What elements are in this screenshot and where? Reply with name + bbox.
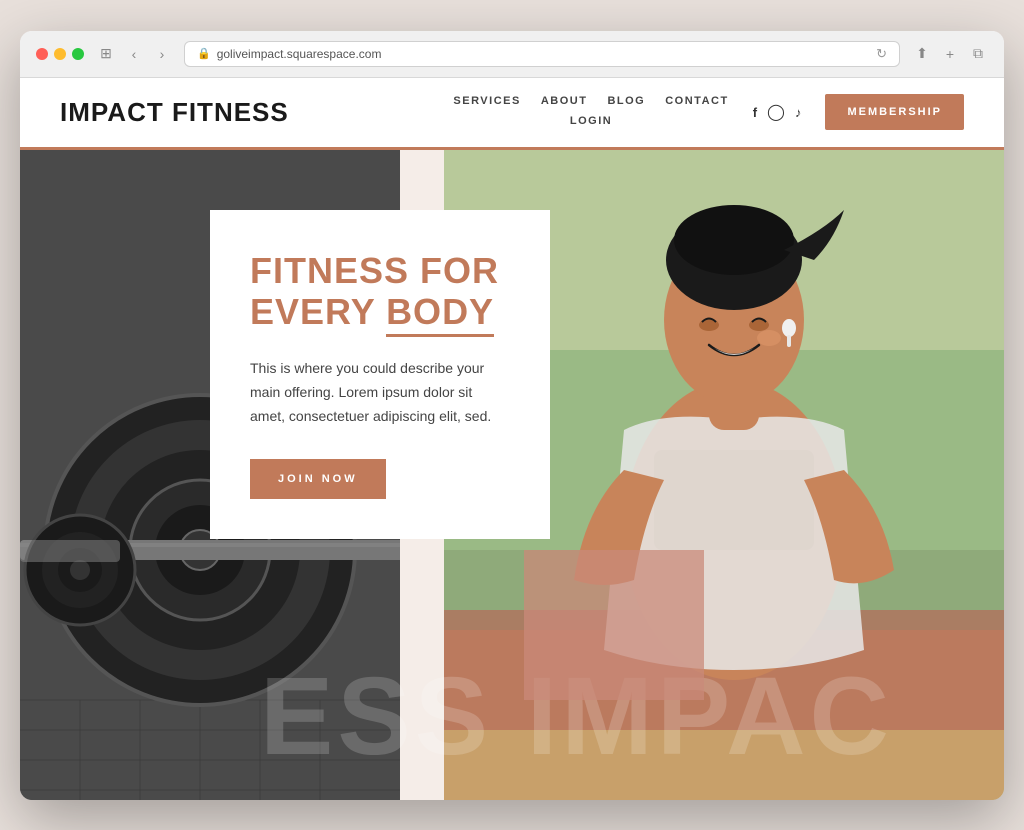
social-icons: f ◯ ♪ <box>753 102 802 122</box>
hero-body-text: This is where you could describe your ma… <box>250 357 510 428</box>
browser-actions: ⬆ + ⧉ <box>912 44 988 64</box>
join-now-button[interactable]: JOIN NOW <box>250 459 386 499</box>
nav-contact[interactable]: CONTACT <box>665 95 728 107</box>
hero-content-card: FITNESS FOR EVERY BODY This is where you… <box>210 210 550 539</box>
hero-section: FITNESS FOR EVERY BODY This is where you… <box>20 150 1004 800</box>
hero-title-body: BODY <box>386 291 494 337</box>
nav-services[interactable]: SERVICES <box>453 95 520 107</box>
instagram-icon[interactable]: ◯ <box>767 102 785 122</box>
lock-icon: 🔒 <box>197 47 211 60</box>
maximize-button[interactable] <box>72 48 84 60</box>
nav-login[interactable]: LOGIN <box>570 115 612 127</box>
tiktok-icon[interactable]: ♪ <box>795 105 802 120</box>
back-button[interactable]: ‹ <box>124 44 144 64</box>
page: IMPACT FITNESS SERVICES ABOUT BLOG CONTA… <box>20 78 1004 800</box>
new-tab-icon[interactable]: + <box>940 44 960 64</box>
traffic-lights <box>36 48 84 60</box>
hero-title-every: EVERY <box>250 291 386 332</box>
window-control-icon[interactable]: ⊞ <box>96 44 116 64</box>
nav-about[interactable]: ABOUT <box>541 95 588 107</box>
refresh-icon[interactable]: ↻ <box>876 46 887 62</box>
tab-overview-icon[interactable]: ⧉ <box>968 44 988 64</box>
close-button[interactable] <box>36 48 48 60</box>
site-header: IMPACT FITNESS SERVICES ABOUT BLOG CONTA… <box>20 78 1004 150</box>
membership-button[interactable]: MEMBERSHIP <box>825 94 964 130</box>
decorative-rectangle <box>524 550 704 700</box>
address-bar[interactable]: 🔒 goliveimpact.squarespace.com ↻ <box>184 41 900 67</box>
facebook-icon[interactable]: f <box>753 105 757 120</box>
nav-row-top: SERVICES ABOUT BLOG CONTACT <box>453 95 728 107</box>
forward-button[interactable]: › <box>152 44 172 64</box>
nav-links: SERVICES ABOUT BLOG CONTACT LOGIN <box>453 95 728 129</box>
main-nav: SERVICES ABOUT BLOG CONTACT LOGIN f ◯ ♪ … <box>453 94 964 130</box>
share-icon[interactable]: ⬆ <box>912 44 932 64</box>
url-text: goliveimpact.squarespace.com <box>217 47 382 61</box>
hero-title-line1: FITNESS FOR <box>250 250 510 291</box>
minimize-button[interactable] <box>54 48 66 60</box>
browser-window: ⊞ ‹ › 🔒 goliveimpact.squarespace.com ↻ ⬆… <box>20 31 1004 800</box>
browser-chrome: ⊞ ‹ › 🔒 goliveimpact.squarespace.com ↻ ⬆… <box>20 31 1004 78</box>
hero-title: FITNESS FOR EVERY BODY <box>250 250 510 338</box>
hero-title-line2: EVERY BODY <box>250 291 510 337</box>
nav-blog[interactable]: BLOG <box>607 95 645 107</box>
site-logo: IMPACT FITNESS <box>60 97 289 128</box>
browser-controls: ⊞ ‹ › <box>96 44 172 64</box>
